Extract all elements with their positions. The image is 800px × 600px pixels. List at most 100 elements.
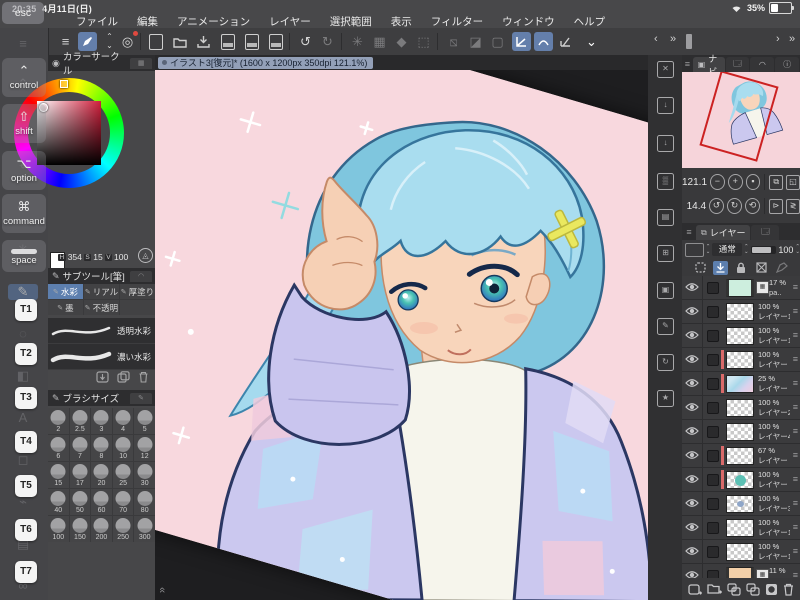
layer-row[interactable]: ▦ 100 % レイヤー2 ≡ — [682, 396, 800, 420]
layer-row[interactable]: ▦ 100 % レイヤー1 ≡ — [682, 300, 800, 324]
layer-thumbnail[interactable] — [726, 326, 754, 345]
zoom-out-icon[interactable]: − — [710, 174, 725, 190]
menu-item[interactable]: ウィンドウ — [502, 14, 555, 29]
layer-row[interactable]: ▦ 100 % レイヤー1 ≡ — [682, 540, 800, 564]
flip-horizontal-icon[interactable]: ⊳ — [768, 198, 783, 214]
zoom-in-icon[interactable]: + — [727, 174, 743, 190]
brush-size-cell[interactable]: 70 — [112, 489, 134, 515]
flip-vertical-icon[interactable]: ≷ — [785, 198, 800, 214]
undo-icon[interactable]: ↺ — [296, 32, 315, 51]
operation-tool-icon[interactable]: ∞ — [8, 578, 38, 593]
subtool-header[interactable]: ✎ サブツール[筆] ◠ — [48, 268, 155, 284]
layer-row-menu-icon[interactable]: ≡ — [793, 354, 798, 364]
brush-size-header[interactable]: ✎ ブラシサイズ ✎ — [48, 390, 155, 406]
layer-checkbox[interactable] — [707, 450, 719, 462]
brush-size-cell[interactable]: 5 — [134, 408, 155, 434]
rotate-right-icon[interactable]: ↻ — [727, 198, 743, 214]
lasso-tool-icon[interactable]: ◠ — [8, 200, 38, 216]
layers-menu-icon[interactable]: ≡ — [682, 225, 696, 240]
layer-thumbnail[interactable] — [726, 518, 754, 537]
document-tab[interactable]: イラスト3[復元]* (1600 x 1200px 350dpi 121.1%) — [158, 56, 374, 69]
brush-item[interactable]: 濃い水彩 — [48, 344, 155, 370]
layer-row[interactable]: ▦ 100 % レイヤー ≡ — [682, 348, 800, 372]
layer-checkbox[interactable] — [707, 474, 719, 486]
layer-row-menu-icon[interactable]: ≡ — [793, 546, 798, 556]
hue-marker[interactable] — [60, 80, 68, 88]
brush-size-cell[interactable]: 3 — [91, 408, 112, 434]
export-png-icon[interactable] — [242, 32, 261, 51]
import-file-icon[interactable]: ↓ — [657, 97, 674, 114]
layer-checkbox[interactable] — [707, 426, 719, 438]
layer-visibility-eye-icon[interactable] — [685, 474, 699, 484]
brush-size-cell[interactable]: 250 — [112, 516, 134, 542]
canvas-viewport[interactable]: « — [155, 70, 648, 600]
brush-size-cell[interactable]: 8 — [91, 435, 112, 461]
new-layer-icon[interactable] — [688, 583, 702, 596]
brush-size-cell[interactable]: 60 — [91, 489, 112, 515]
rotated-canvas[interactable] — [155, 70, 648, 600]
image-folder-icon[interactable]: ▣ — [657, 282, 674, 299]
layer-mask-icon[interactable] — [765, 583, 778, 596]
layer-row-menu-icon[interactable]: ≡ — [793, 522, 798, 532]
new-folder-icon[interactable] — [707, 583, 722, 595]
layer-row-menu-icon[interactable]: ≡ — [793, 570, 798, 578]
scroll-skip-left-icon[interactable]: » — [670, 33, 676, 45]
toolbar-expand-chevron[interactable]: ⌄ — [582, 32, 601, 51]
collapse-palette-icon[interactable]: « — [156, 587, 168, 593]
layer-checkbox[interactable] — [707, 306, 719, 318]
menu-item[interactable]: 編集 — [137, 14, 158, 29]
color-circle-header[interactable]: ◉ カラーサークル ▦ — [48, 52, 155, 77]
layer-row-menu-icon[interactable]: ≡ — [793, 330, 798, 340]
menu-item[interactable]: 表示 — [391, 14, 412, 29]
layer-checkbox[interactable] — [707, 402, 719, 414]
new-page-icon[interactable]: ▤ — [657, 209, 674, 226]
layer-visibility-eye-icon[interactable] — [685, 546, 699, 556]
fit-window-icon[interactable]: ◱ — [786, 174, 800, 190]
transparency-icon[interactable]: ▒ — [657, 173, 674, 190]
layer-row-menu-icon[interactable]: ≡ — [793, 450, 798, 460]
layer-checkbox[interactable] — [707, 282, 719, 294]
fit-screen-icon[interactable]: ⧉ — [769, 174, 784, 190]
layer-row[interactable]: ▦ 11 % pa.. ≡ — [682, 564, 800, 578]
layer-row[interactable]: ▦ 100 % レイヤー1 ≡ — [682, 516, 800, 540]
layer-checkbox[interactable] — [707, 546, 719, 558]
navigator-thumbnail[interactable] — [682, 72, 800, 168]
crop-icon[interactable]: ⬚ — [414, 32, 433, 51]
brush-size-cell[interactable]: 100 — [48, 516, 69, 542]
subtool-extra-tab[interactable]: ◠ — [130, 270, 152, 282]
transfer-layer-icon[interactable] — [727, 582, 741, 596]
layer-visibility-eye-icon[interactable] — [685, 426, 699, 436]
scroll-left-icon[interactable]: ‹ — [654, 33, 658, 45]
color-set-tab[interactable]: ▦ — [130, 57, 152, 69]
layer-thumbnail[interactable] — [726, 470, 754, 489]
layer-row[interactable]: ▦ 100 % レイヤー3 ≡ — [682, 492, 800, 516]
layer-thumbnail[interactable] — [726, 374, 754, 393]
tab-item-bank[interactable]: ◠ — [750, 57, 775, 72]
clip-to-layer-icon[interactable] — [713, 260, 729, 275]
invert-selection-icon[interactable]: ◪ — [466, 32, 485, 51]
export-psd-icon[interactable] — [266, 32, 285, 51]
wand-tool-icon[interactable]: ✳ — [8, 242, 38, 258]
snap-grid-icon[interactable] — [556, 32, 575, 51]
layer-visibility-eye-icon[interactable] — [685, 282, 699, 292]
selection-border-icon[interactable]: ▢ — [488, 32, 507, 51]
brush-tool-icon[interactable]: ✎ — [8, 284, 38, 300]
brush-size-extra-tab[interactable]: ✎ — [130, 392, 152, 404]
close-panel-icon[interactable]: ✕ — [657, 61, 674, 78]
layer-row[interactable]: ▦ 100 % レイヤー ≡ — [682, 468, 800, 492]
brush-size-cell[interactable]: 150 — [69, 516, 91, 542]
brush-size-cell[interactable]: 50 — [69, 489, 91, 515]
edit-canvas-icon[interactable]: ✎ — [657, 318, 674, 335]
brush-size-cell[interactable]: 40 — [48, 489, 69, 515]
color-display-toggle-icon[interactable]: ◬ — [138, 248, 153, 263]
brush-size-cell[interactable]: 20 — [91, 462, 112, 488]
layer-row[interactable]: ▦ 100 % レイヤー4 ≡ — [682, 420, 800, 444]
tab-layers[interactable]: ⧉ レイヤー — [696, 225, 751, 240]
selection-mode-icon[interactable] — [685, 242, 704, 257]
layer-row[interactable]: ▦ 100 % レイヤー1 ≡ — [682, 324, 800, 348]
reset-rotation-icon[interactable]: ⟲ — [745, 198, 760, 214]
brush-size-cell[interactable]: 17 — [69, 462, 91, 488]
layer-checkbox[interactable] — [707, 498, 719, 510]
favorite-icon[interactable]: ★ — [657, 390, 674, 407]
brush-size-cell[interactable]: 2.5 — [69, 408, 91, 434]
